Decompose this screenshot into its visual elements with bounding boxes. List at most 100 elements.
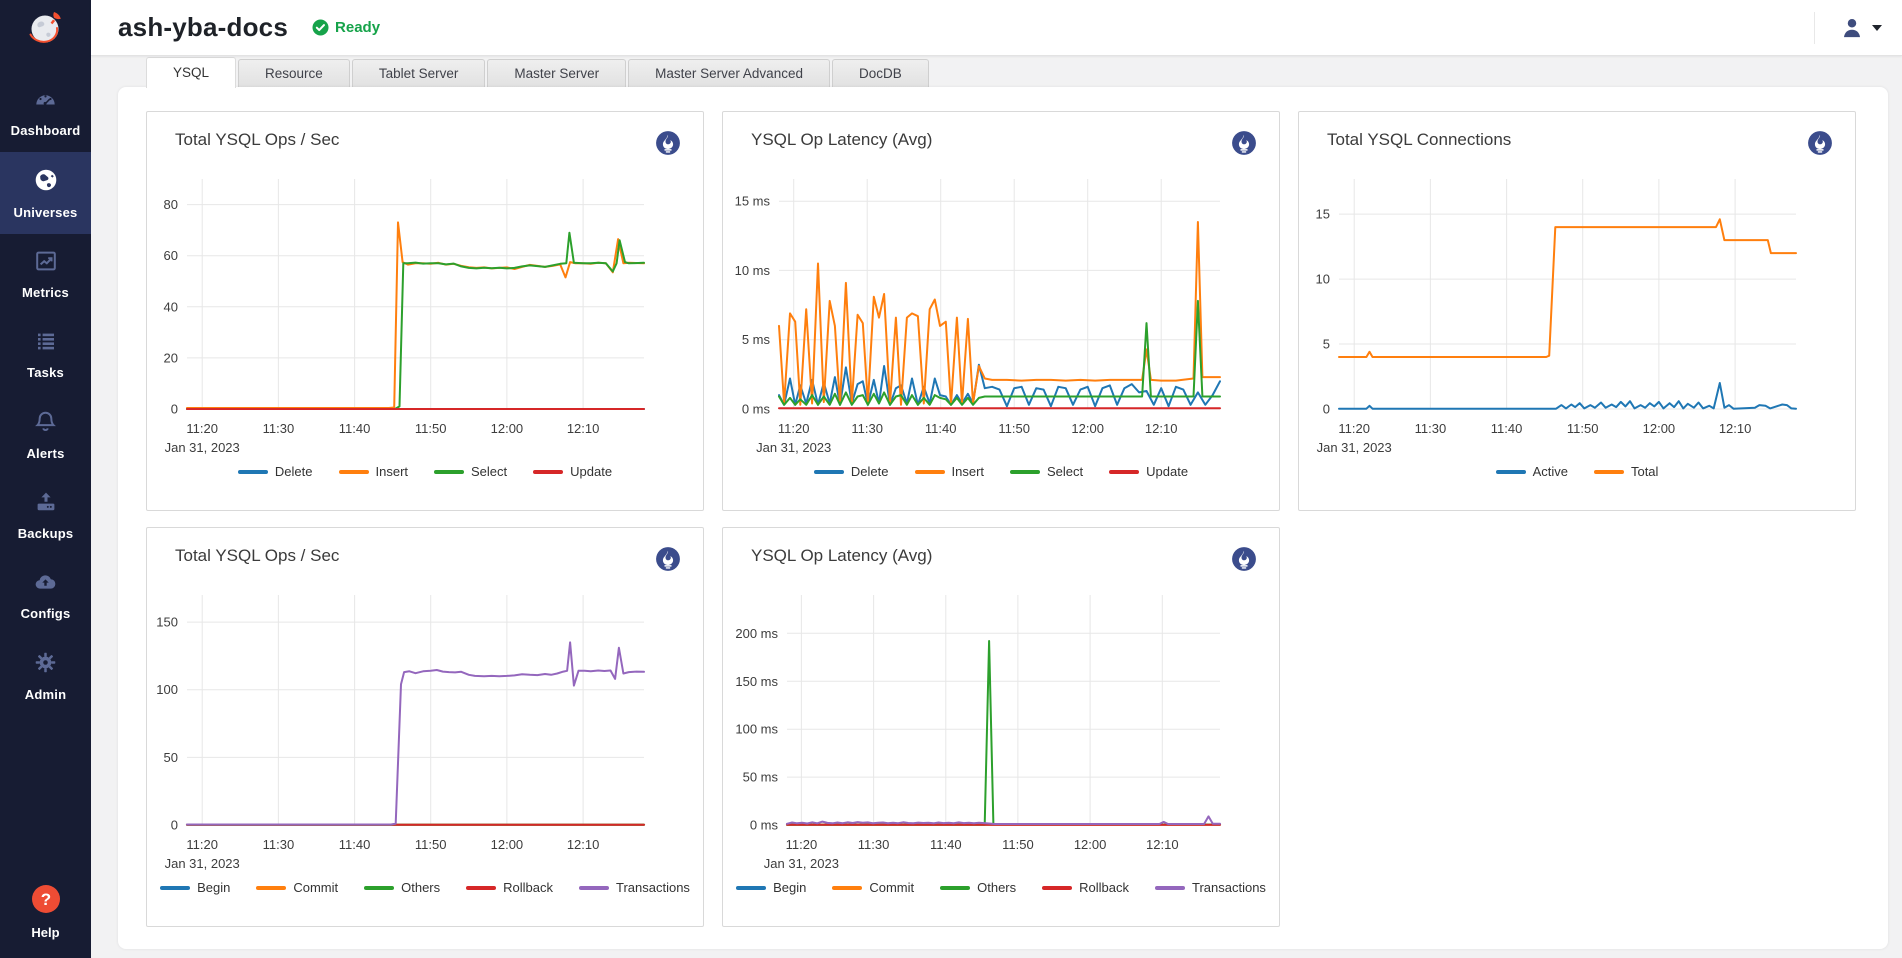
sidebar-item-metrics[interactable]: Metrics bbox=[0, 234, 91, 314]
chart-title: Total YSQL Ops / Sec bbox=[175, 130, 339, 150]
svg-text:11:40: 11:40 bbox=[930, 837, 962, 852]
legend-swatch bbox=[434, 470, 464, 474]
svg-text:100 ms: 100 ms bbox=[735, 722, 778, 737]
legend-label: Delete bbox=[275, 464, 313, 479]
prometheus-icon[interactable] bbox=[655, 130, 681, 156]
svg-text:0: 0 bbox=[1323, 402, 1330, 417]
chart-card-ysql-op-latency: YSQL Op Latency (Avg) 0 ms5 ms10 ms15 ms… bbox=[722, 111, 1280, 511]
legend-item-active[interactable]: Active bbox=[1496, 464, 1568, 479]
legend-item-delete[interactable]: Delete bbox=[814, 464, 889, 479]
sidebar-item-alerts[interactable]: Alerts bbox=[0, 394, 91, 475]
legend-item-transactions[interactable]: Transactions bbox=[1155, 880, 1266, 895]
tab-master-server[interactable]: Master Server bbox=[487, 59, 626, 88]
sidebar-item-backups[interactable]: Backups bbox=[0, 475, 91, 555]
svg-text:11:30: 11:30 bbox=[851, 421, 883, 436]
tab-bar: YSQL Resource Tablet Server Master Serve… bbox=[118, 58, 1888, 88]
legend-item-begin[interactable]: Begin bbox=[160, 880, 230, 895]
sidebar-item-label: Dashboard bbox=[11, 123, 81, 138]
legend-item-select[interactable]: Select bbox=[1010, 464, 1083, 479]
svg-text:5 ms: 5 ms bbox=[742, 332, 771, 347]
chart-legend: Begin Commit Others Rollback Transactions bbox=[723, 880, 1279, 895]
svg-text:11:40: 11:40 bbox=[339, 421, 371, 436]
legend-item-total[interactable]: Total bbox=[1594, 464, 1658, 479]
tab-resource[interactable]: Resource bbox=[238, 59, 350, 88]
legend-label: Active bbox=[1533, 464, 1568, 479]
svg-text:11:50: 11:50 bbox=[1567, 421, 1599, 436]
legend-item-transactions[interactable]: Transactions bbox=[579, 880, 690, 895]
sidebar-item-configs[interactable]: Configs bbox=[0, 555, 91, 635]
svg-text:11:50: 11:50 bbox=[1002, 837, 1034, 852]
prometheus-icon[interactable] bbox=[1807, 130, 1833, 156]
sidebar-item-label: Universes bbox=[14, 205, 78, 220]
legend-label: Select bbox=[471, 464, 507, 479]
legend-item-delete[interactable]: Delete bbox=[238, 464, 313, 479]
legend-item-insert[interactable]: Insert bbox=[339, 464, 409, 479]
legend-item-insert[interactable]: Insert bbox=[915, 464, 985, 479]
legend-swatch bbox=[533, 470, 563, 474]
svg-text:11:50: 11:50 bbox=[415, 421, 447, 436]
page-title: ash-yba-docs bbox=[118, 12, 288, 43]
svg-text:200 ms: 200 ms bbox=[735, 626, 778, 641]
legend-label: Transactions bbox=[616, 880, 690, 895]
legend-item-update[interactable]: Update bbox=[533, 464, 612, 479]
app-logo[interactable] bbox=[0, 0, 91, 58]
sidebar-item-help[interactable]: ? Help bbox=[0, 870, 91, 958]
metrics-panel: Total YSQL Ops / Sec 02040608011:2011:30… bbox=[118, 87, 1888, 949]
legend-label: Rollback bbox=[1079, 880, 1129, 895]
sidebar-item-dashboard[interactable]: Dashboard bbox=[0, 72, 91, 152]
legend-label: Others bbox=[401, 880, 440, 895]
svg-text:40: 40 bbox=[164, 299, 178, 314]
legend-item-begin[interactable]: Begin bbox=[736, 880, 806, 895]
svg-text:12:00: 12:00 bbox=[1074, 837, 1107, 852]
sidebar-item-label: Backups bbox=[18, 526, 74, 541]
legend-item-others[interactable]: Others bbox=[940, 880, 1016, 895]
legend-swatch bbox=[160, 886, 190, 890]
legend-item-commit[interactable]: Commit bbox=[256, 880, 338, 895]
tab-docdb[interactable]: DocDB bbox=[832, 59, 929, 88]
sidebar-item-universes[interactable]: Universes bbox=[0, 152, 91, 234]
svg-text:10 ms: 10 ms bbox=[735, 263, 771, 278]
legend-swatch bbox=[238, 470, 268, 474]
prometheus-icon[interactable] bbox=[1231, 130, 1257, 156]
gauge-icon bbox=[32, 87, 59, 116]
svg-text:11:20: 11:20 bbox=[1338, 421, 1370, 436]
legend-label: Update bbox=[570, 464, 612, 479]
legend-swatch bbox=[940, 886, 970, 890]
legend-label: Rollback bbox=[503, 880, 553, 895]
legend-item-rollback[interactable]: Rollback bbox=[466, 880, 553, 895]
sidebar-item-admin[interactable]: Admin bbox=[0, 635, 91, 716]
legend-item-select[interactable]: Select bbox=[434, 464, 507, 479]
legend-item-others[interactable]: Others bbox=[364, 880, 440, 895]
chart-title: YSQL Op Latency (Avg) bbox=[751, 130, 932, 150]
svg-text:0: 0 bbox=[171, 402, 178, 417]
tab-ysql[interactable]: YSQL bbox=[146, 57, 236, 88]
line-chart[interactable]: 02040608011:2011:3011:4011:5012:0012:10J… bbox=[147, 158, 704, 458]
legend-item-commit[interactable]: Commit bbox=[832, 880, 914, 895]
svg-text:11:40: 11:40 bbox=[925, 421, 957, 436]
tab-tablet-server[interactable]: Tablet Server bbox=[352, 59, 486, 88]
tab-master-server-advanced[interactable]: Master Server Advanced bbox=[628, 59, 830, 88]
sidebar-item-label: Tasks bbox=[27, 365, 64, 380]
svg-text:11:20: 11:20 bbox=[778, 421, 810, 436]
prometheus-icon[interactable] bbox=[1231, 546, 1257, 572]
line-chart[interactable]: 05010015011:2011:3011:4011:5012:0012:10J… bbox=[147, 574, 704, 874]
main-area: ash-yba-docs Ready bbox=[91, 0, 1902, 958]
legend-swatch bbox=[814, 470, 844, 474]
svg-text:11:20: 11:20 bbox=[786, 837, 818, 852]
line-chart[interactable]: 0 ms5 ms10 ms15 ms11:2011:3011:4011:5012… bbox=[723, 158, 1280, 458]
svg-text:12:00: 12:00 bbox=[491, 421, 524, 436]
svg-text:50 ms: 50 ms bbox=[743, 770, 779, 785]
legend-item-rollback[interactable]: Rollback bbox=[1042, 880, 1129, 895]
legend-label: Commit bbox=[293, 880, 338, 895]
line-chart[interactable]: 05101511:2011:3011:4011:5012:0012:10Jan … bbox=[1299, 158, 1856, 458]
legend-item-update[interactable]: Update bbox=[1109, 464, 1188, 479]
svg-text:12:00: 12:00 bbox=[491, 837, 524, 852]
prometheus-icon[interactable] bbox=[655, 546, 681, 572]
sidebar-item-label: Admin bbox=[25, 687, 66, 702]
sidebar-item-label: Alerts bbox=[26, 446, 64, 461]
sidebar: Dashboard Universes bbox=[0, 0, 91, 958]
svg-text:?: ? bbox=[40, 890, 50, 909]
line-chart[interactable]: 0 ms50 ms100 ms150 ms200 ms11:2011:3011:… bbox=[723, 574, 1280, 874]
sidebar-item-tasks[interactable]: Tasks bbox=[0, 314, 91, 394]
user-menu-button[interactable] bbox=[1839, 15, 1882, 41]
